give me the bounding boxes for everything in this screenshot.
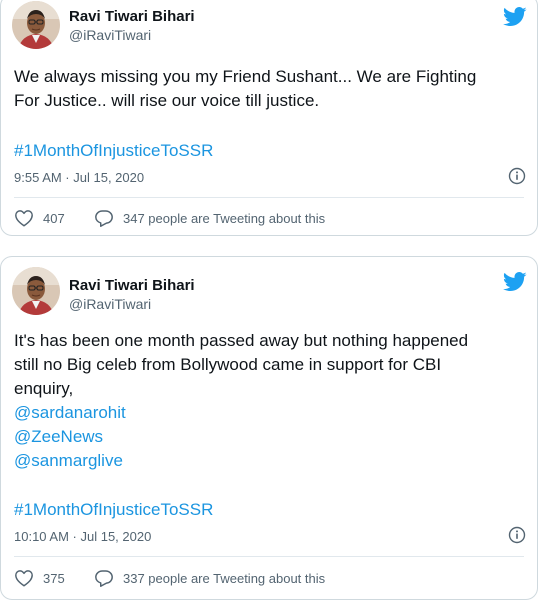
author-handle[interactable]: @iRaviTiwari [69,296,151,312]
divider [14,556,524,557]
tweeting-about-text: 347 people are Tweeting about this [123,210,326,226]
mention-link[interactable]: @ZeeNews [14,425,523,449]
info-icon[interactable] [508,526,526,544]
tweeting-about-link[interactable]: 347 people are Tweeting about this [94,209,325,227]
author-name[interactable]: Ravi Tiwari Bihari [69,277,195,294]
tweeting-about-link[interactable]: 337 people are Tweeting about this [94,569,325,587]
tweet-card: Ravi Tiwari Bihari @iRaviTiwari We alway… [0,0,538,236]
twitter-bird-icon[interactable] [503,272,527,292]
mention-link[interactable]: @sanmarglive [14,449,523,473]
tweet-card: Ravi Tiwari Bihari @iRaviTiwari It's has… [0,256,538,600]
avatar[interactable] [12,1,60,49]
hashtag-link[interactable]: #1MonthOfInjusticeToSSR [14,141,213,161]
speech-bubble-icon [95,570,113,587]
like-button[interactable]: 375 [14,569,65,587]
tweet-text-line: still no Big celeb from Bollywood came i… [14,355,442,374]
avatar-image [12,1,60,49]
avatar-image [12,267,60,315]
heart-icon [15,210,33,227]
timestamp[interactable]: 9:55 AM · Jul 15, 2020 [14,170,144,185]
like-button[interactable]: 407 [14,209,65,227]
author-name[interactable]: Ravi Tiwari Bihari [69,8,195,25]
heart-icon [15,570,33,587]
tweet-text: It's has been one month passed away but … [14,329,523,473]
hashtag-link[interactable]: #1MonthOfInjusticeToSSR [14,500,213,520]
mention-link[interactable]: @sardanarohit [14,401,523,425]
divider [14,197,524,198]
tweet-text-line: It's has been one month passed away but … [14,331,469,350]
info-icon[interactable] [508,167,526,185]
speech-bubble-icon [95,210,113,227]
tweeting-about-text: 337 people are Tweeting about this [123,570,326,586]
like-count: 407 [43,210,65,226]
avatar[interactable] [12,267,60,315]
tweet-text-line: enquiry, [14,379,74,398]
tweet-text-line: For Justice.. will rise our voice till j… [14,91,320,110]
twitter-bird-icon[interactable] [503,7,527,27]
like-count: 375 [43,570,65,586]
tweet-text-line: We always missing you my Friend Sushant.… [14,67,477,86]
timestamp[interactable]: 10:10 AM · Jul 15, 2020 [14,529,151,544]
author-handle[interactable]: @iRaviTiwari [69,27,151,43]
tweet-text: We always missing you my Friend Sushant.… [14,65,523,113]
